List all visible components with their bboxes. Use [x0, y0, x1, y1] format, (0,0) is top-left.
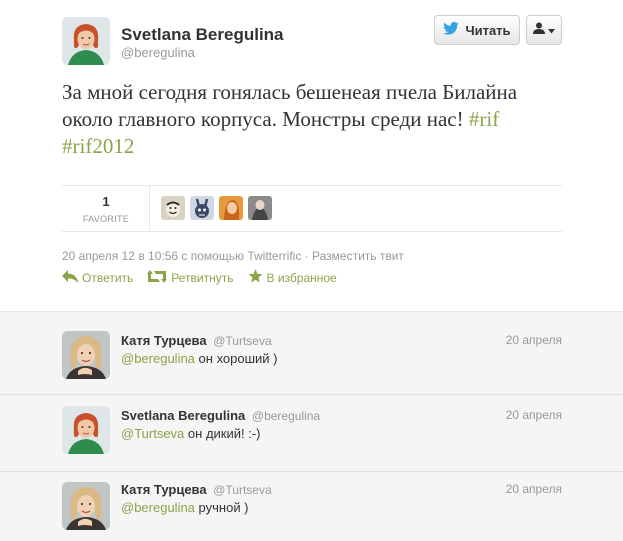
reply-author-handle: @beregulina — [251, 409, 321, 423]
follow-button[interactable]: Читать — [434, 15, 520, 45]
reply-date[interactable]: 20 апреля — [506, 408, 562, 422]
favoriter-avatar[interactable] — [248, 196, 272, 220]
tweet-meta: 20 апреля 12 в 10:56 с помощью Twitterri… — [62, 249, 404, 263]
user-actions-button[interactable] — [526, 15, 562, 45]
reply-author-name: Svetlana Beregulina — [121, 408, 246, 423]
via-prefix: с помощью — [181, 249, 244, 263]
hashtag-link[interactable]: #rif — [469, 107, 499, 131]
favorites-label: FAVORITE — [82, 214, 130, 224]
reply-text: @Turtseva он дикий! :-) — [121, 426, 261, 441]
author-handle[interactable]: @beregulina — [121, 45, 195, 60]
reply-item[interactable]: Катя Турцева @Turtseva 20 апреля @beregu… — [0, 312, 623, 395]
star-icon — [248, 269, 263, 286]
reply-date[interactable]: 20 апреля — [506, 482, 562, 496]
avatar[interactable] — [62, 482, 110, 530]
favorites-count: 1 — [102, 194, 110, 209]
retweet-icon — [147, 269, 168, 286]
retweet-button[interactable]: Ретвитнуть — [147, 269, 234, 286]
tweet-stats: 1 FAVORITE — [62, 185, 562, 232]
tweet-timestamp[interactable]: 20 апреля 12 в 10:56 — [62, 249, 178, 263]
mention-link[interactable]: @beregulina — [121, 500, 195, 515]
reply-author[interactable]: Svetlana Beregulina @beregulina — [121, 408, 320, 423]
reply-item[interactable]: Катя Турцева @Turtseva 20 апреля @beregu… — [0, 472, 623, 541]
reply-author-handle: @Turtseva — [213, 483, 272, 497]
favoriter-avatar[interactable] — [219, 196, 243, 220]
favorite-label: В избранное — [266, 270, 337, 285]
reply-body: ручной ) — [198, 500, 249, 515]
user-icon — [533, 21, 545, 39]
avatar[interactable] — [62, 406, 110, 454]
reply-body: он дикий! :-) — [187, 426, 261, 441]
reply-author[interactable]: Катя Турцева @Turtseva — [121, 333, 272, 348]
avatar[interactable] — [62, 331, 110, 379]
reply-author-name: Катя Турцева — [121, 482, 207, 497]
tweet-text: За мной сегодня гонялась бешенеая пчела … — [62, 79, 532, 160]
embed-tweet-link[interactable]: Разместить твит — [312, 249, 404, 263]
reply-author[interactable]: Катя Турцева @Turtseva — [121, 482, 272, 497]
reply-author-handle: @Turtseva — [213, 334, 272, 348]
mention-link[interactable]: @beregulina — [121, 351, 195, 366]
reply-author-name: Катя Турцева — [121, 333, 207, 348]
replies-list: Катя Турцева @Turtseva 20 апреля @beregu… — [0, 312, 623, 541]
divider — [149, 186, 150, 231]
reply-icon — [62, 269, 78, 286]
mention-link[interactable]: @Turtseva — [121, 426, 184, 441]
avatar[interactable] — [62, 17, 110, 65]
reply-text: @beregulina он хороший ) — [121, 351, 278, 366]
hashtag-link[interactable]: #rif2012 — [62, 134, 134, 158]
favoriter-avatar[interactable] — [190, 196, 214, 220]
reply-label: Ответить — [82, 270, 134, 285]
reply-item[interactable]: Svetlana Beregulina @beregulina 20 апрел… — [0, 395, 623, 472]
chevron-down-icon — [548, 21, 555, 39]
tweet-body: За мной сегодня гонялась бешенеая пчела … — [62, 80, 518, 131]
main-tweet: Svetlana Beregulina @beregulina Читать З… — [0, 0, 623, 312]
meta-separator: · — [304, 249, 309, 263]
favorite-button[interactable]: В избранное — [248, 269, 337, 286]
reply-date[interactable]: 20 апреля — [506, 333, 562, 347]
author-name[interactable]: Svetlana Beregulina — [121, 25, 284, 45]
favoriter-avatar[interactable] — [161, 196, 185, 220]
reply-body: он хороший ) — [198, 351, 278, 366]
tweet-actions: Ответить Ретвитнуть В избранное — [62, 269, 337, 286]
reply-button[interactable]: Ответить — [62, 269, 133, 286]
bird-icon — [443, 21, 460, 38]
reply-text: @beregulina ручной ) — [121, 500, 249, 515]
favorites-stat[interactable]: 1 FAVORITE — [76, 194, 136, 224]
favoriters-list — [161, 196, 272, 220]
client-link[interactable]: Twitterrific — [247, 249, 301, 263]
retweet-label: Ретвитнуть — [171, 270, 234, 285]
follow-label: Читать — [465, 22, 511, 38]
